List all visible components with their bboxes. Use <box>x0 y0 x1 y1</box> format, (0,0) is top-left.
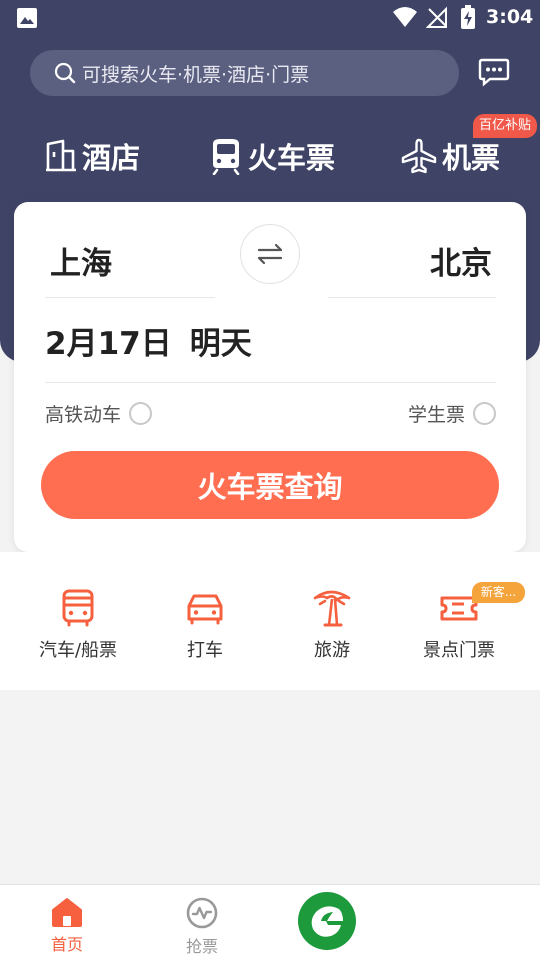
swap-icon <box>257 243 283 265</box>
new-customer-badge: 新客... <box>472 582 525 603</box>
quick-link-attraction-label: 景点门票 <box>423 640 495 661</box>
train-search-button[interactable]: 火车票查询 <box>41 451 499 519</box>
signal-icon <box>426 6 447 28</box>
status-time: 3:04 <box>486 6 534 28</box>
departure-date[interactable]: 2月17日 明天 <box>45 318 252 363</box>
nav-home[interactable]: 首页 <box>22 897 112 955</box>
quick-link-travel[interactable]: 旅游 <box>272 588 392 662</box>
home-icon <box>52 898 82 927</box>
search-icon <box>54 62 76 84</box>
divider <box>45 297 215 298</box>
quick-link-bus-label: 汽车/船票 <box>38 640 118 661</box>
quick-link-taxi[interactable]: 打车 <box>145 588 265 662</box>
gallery-icon <box>17 8 37 28</box>
tab-flight-label: 机票 <box>442 141 501 175</box>
quick-link-bus[interactable]: 汽车/船票 <box>18 588 138 662</box>
train-icon <box>212 139 240 175</box>
swap-cities-button[interactable] <box>240 224 300 284</box>
bus-icon <box>62 589 94 627</box>
status-bar: 3:04 <box>0 0 540 36</box>
divider <box>45 382 496 383</box>
tab-hotel[interactable]: 酒店 <box>44 134 140 178</box>
high-speed-radio[interactable] <box>129 402 153 425</box>
student-ticket-radio[interactable] <box>473 402 496 425</box>
high-speed-label: 高铁动车 <box>45 404 122 426</box>
student-ticket-option[interactable]: 学生票 <box>408 400 496 427</box>
student-ticket-label: 学生票 <box>407 404 465 426</box>
high-speed-option[interactable]: 高铁动车 <box>45 400 153 427</box>
search-placeholder: 可搜索火车·机票·酒店·门票 <box>82 63 310 86</box>
from-city[interactable]: 上海 <box>50 238 112 283</box>
booking-card: 上海 北京 2月17日 明天 高铁动车 学生票 火车票查询 <box>14 202 526 552</box>
search-input[interactable]: 可搜索火车·机票·酒店·门票 <box>30 50 459 96</box>
brand-logo-icon[interactable] <box>297 891 357 951</box>
tab-hotel-label: 酒店 <box>82 141 141 175</box>
tab-flight[interactable]: 机票 <box>400 134 500 178</box>
to-city[interactable]: 北京 <box>430 238 492 283</box>
wifi-icon <box>393 7 417 27</box>
divider <box>328 297 496 298</box>
tab-train[interactable]: 火车票 <box>208 134 335 178</box>
message-icon[interactable] <box>478 57 510 87</box>
nav-grab-ticket[interactable]: 抢票 <box>157 897 247 957</box>
grab-ticket-icon <box>186 897 218 929</box>
hotel-icon <box>46 139 76 172</box>
date-value: 2月17日 <box>45 326 172 362</box>
airplane-icon <box>401 138 437 174</box>
quick-link-travel-label: 旅游 <box>314 640 350 661</box>
nav-home-label: 首页 <box>50 935 83 954</box>
nav-grab-ticket-label: 抢票 <box>185 937 218 956</box>
date-note: 明天 <box>189 326 252 362</box>
quick-link-taxi-label: 打车 <box>187 640 223 661</box>
bottom-nav: 首页 抢票 <box>0 884 540 960</box>
battery-icon <box>461 5 475 29</box>
quick-links: 汽车/船票 打车 旅游 景点门票 <box>0 552 540 690</box>
subsidy-badge: 百亿补贴 <box>473 114 538 138</box>
palm-tree-icon <box>313 590 351 627</box>
car-icon <box>187 594 223 625</box>
tab-train-label: 火车票 <box>248 141 336 175</box>
